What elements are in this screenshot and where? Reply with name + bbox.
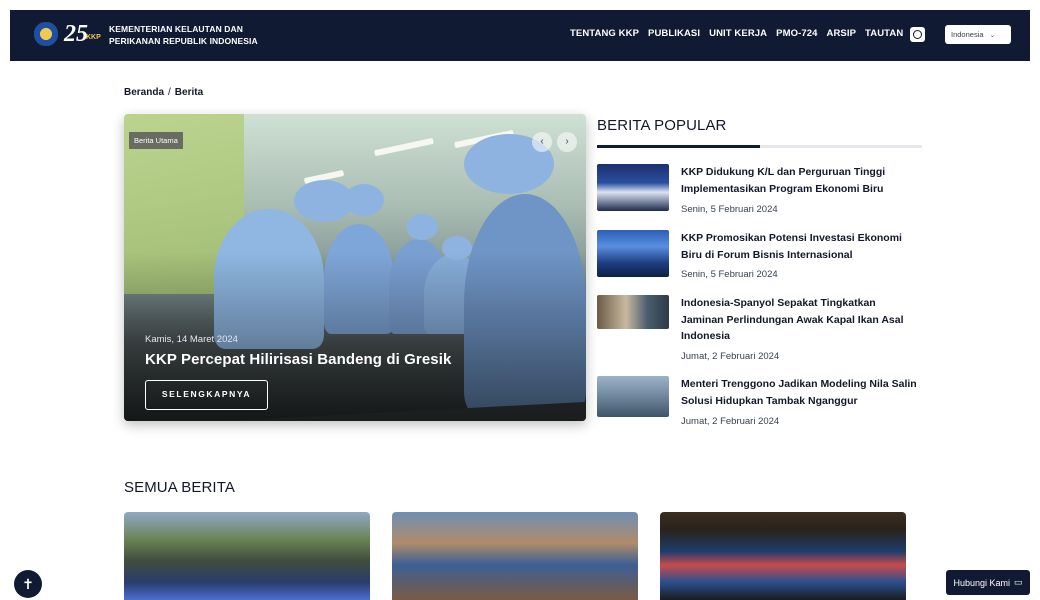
slider-prev-button[interactable]: ‹ (532, 132, 552, 152)
nav-publikasi[interactable]: PUBLIKASI (648, 28, 700, 39)
news-card-image[interactable] (660, 512, 906, 600)
popular-item-date: Jumat, 2 Februari 2024 (681, 416, 780, 427)
search-button[interactable] (910, 27, 925, 42)
contact-label: Hubungi Kami (953, 577, 1010, 588)
breadcrumb: Beranda / Berita (124, 87, 203, 98)
chevron-left-icon: ‹ (540, 136, 544, 147)
popular-item-title[interactable]: Indonesia-Spanyol Sepakat Tingkatkan Jam… (681, 295, 921, 345)
popular-heading: BERITA POPULAR (597, 117, 727, 134)
read-more-button[interactable]: SELENGKAPNYA (145, 380, 268, 410)
main-nav: TENTANG KKP PUBLIKASI UNIT KERJA PMO-724… (570, 28, 903, 39)
nav-unit-kerja[interactable]: UNIT KERJA (709, 28, 767, 39)
hero-gradient-overlay (124, 114, 586, 421)
popular-item-thumbnail[interactable] (597, 376, 669, 417)
popular-item-title[interactable]: Menteri Trenggono Jadikan Modeling Nila … (681, 376, 921, 409)
kkp-emblem-logo[interactable] (34, 22, 58, 46)
popular-item-date: Jumat, 2 Februari 2024 (681, 351, 780, 362)
search-icon (913, 30, 922, 39)
hero-title[interactable]: KKP Percepat Hilirisasi Bandeng di Gresi… (145, 351, 451, 368)
popular-item-title[interactable]: KKP Promosikan Potensi Investasi Ekonomi… (681, 230, 921, 263)
logo-25-number: 25 (64, 21, 88, 47)
hero-category-tag: Berita Utama (129, 132, 183, 149)
contact-button[interactable]: Hubungi Kami ▭ (946, 570, 1030, 595)
popular-item-thumbnail[interactable] (597, 295, 669, 329)
accessibility-button[interactable]: ✝ (14, 570, 42, 598)
news-card-image[interactable] (124, 512, 370, 600)
popular-item-date: Senin, 5 Februari 2024 (681, 269, 778, 280)
popular-item-thumbnail[interactable] (597, 164, 669, 211)
chevron-right-icon: › (565, 136, 569, 147)
org-name-line2: PERIKANAN REPUBLIK INDONESIA (109, 36, 258, 46)
org-name[interactable]: KEMENTERIAN KELAUTAN DAN PERIKANAN REPUB… (109, 23, 279, 47)
nav-arsip[interactable]: ARSIP (827, 28, 857, 39)
language-select[interactable]: Indonesia ⌄ (945, 25, 1011, 44)
nav-tentang-kkp[interactable]: TENTANG KKP (570, 28, 639, 39)
breadcrumb-current: Berita (174, 87, 204, 98)
logo-kkp-text: KKP (86, 34, 101, 41)
hero-slider[interactable]: Berita Utama ‹ › Kamis, 14 Maret 2024 KK… (124, 114, 586, 421)
org-name-line1: KEMENTERIAN KELAUTAN DAN (109, 24, 243, 34)
nav-pmo-724[interactable]: PMO-724 (776, 28, 817, 39)
anniversary-25-logo[interactable]: 25 KKP (64, 21, 104, 47)
language-value: Indonesia (951, 30, 984, 39)
popular-item-date: Senin, 5 Februari 2024 (681, 204, 778, 215)
accessibility-icon: ✝ (22, 576, 34, 592)
top-navbar: 25 KKP KEMENTERIAN KELAUTAN DAN PERIKANA… (10, 10, 1030, 61)
popular-item-title[interactable]: KKP Didukung K/L dan Perguruan Tinggi Im… (681, 164, 921, 197)
chevron-down-icon: ⌄ (989, 31, 996, 39)
all-news-heading: SEMUA BERITA (124, 479, 235, 496)
chat-icon: ▭ (1014, 577, 1023, 587)
news-card-image[interactable] (392, 512, 638, 600)
breadcrumb-separator: / (168, 87, 171, 98)
hero-date: Kamis, 14 Maret 2024 (145, 334, 238, 345)
popular-item-thumbnail[interactable] (597, 230, 669, 277)
popular-underline-active (597, 145, 760, 148)
breadcrumb-home[interactable]: Beranda (124, 87, 164, 98)
slider-next-button[interactable]: › (557, 132, 577, 152)
nav-tautan[interactable]: TAUTAN (865, 28, 903, 39)
popular-underline (597, 145, 922, 148)
